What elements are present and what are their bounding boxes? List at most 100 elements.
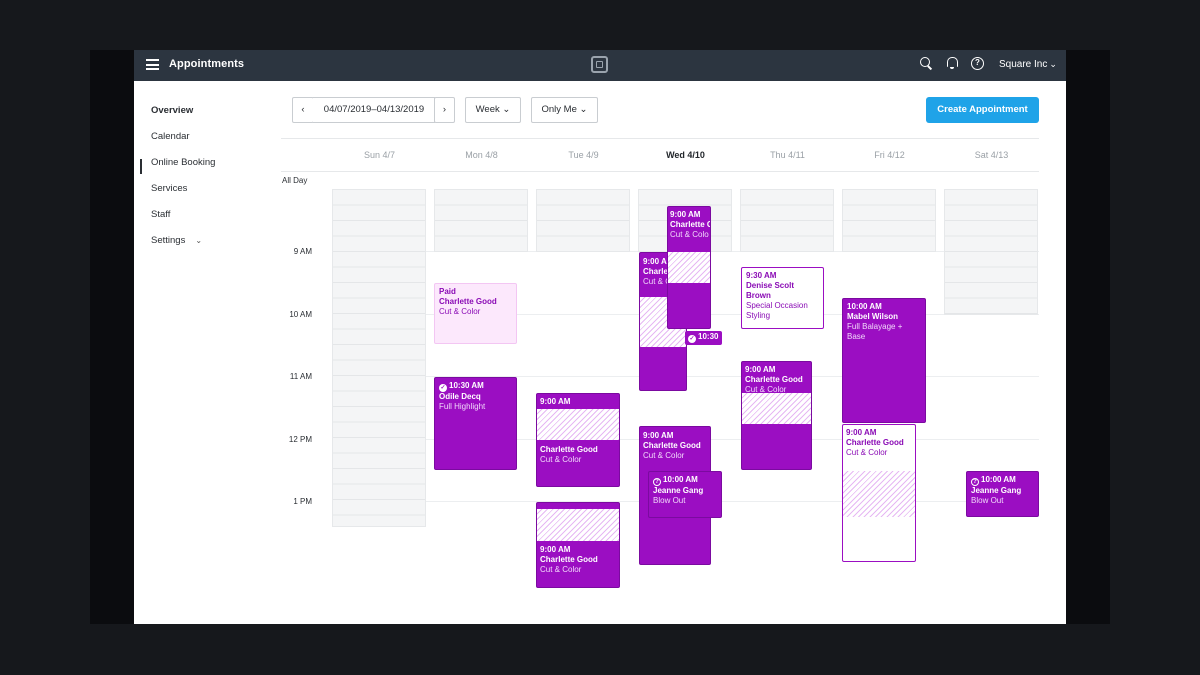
day-header-sat[interactable]: Sat 4/13 xyxy=(944,150,1039,160)
prev-week-button[interactable]: ‹ xyxy=(292,97,314,123)
hour-label: 12 PM xyxy=(288,435,312,444)
appointment-card[interactable]: 10:00 AM Mabel Wilson Full Balayage + Ba… xyxy=(842,298,926,423)
account-name: Square Inc xyxy=(999,59,1048,70)
sidebar-item-settings[interactable]: Settings ⌄ xyxy=(151,235,202,246)
appointment-time: 10:30 xyxy=(698,332,719,341)
appointment-service: Full Highlight xyxy=(439,402,486,411)
appointment-card[interactable]: ? 10:00 AM Jeanne Gang Blow Out xyxy=(966,471,1039,517)
sidebar-item-calendar[interactable]: Calendar xyxy=(151,131,190,142)
appointment-client: Charlette Good xyxy=(643,441,701,450)
search-icon[interactable] xyxy=(919,56,933,70)
hour-label: 1 PM xyxy=(293,497,312,506)
day-header-sun[interactable]: Sun 4/7 xyxy=(332,150,427,160)
appointment-service: Cut & Color xyxy=(439,307,481,316)
square-logo[interactable] xyxy=(591,56,608,73)
unavailable-block xyxy=(536,189,630,252)
day-header-thu[interactable]: Thu 4/11 xyxy=(740,150,835,160)
date-range-picker[interactable]: 04/07/2019–04/13/2019 xyxy=(313,97,435,123)
appointment-chip[interactable]: ✓ 10:30 xyxy=(685,331,722,345)
question-icon: ? xyxy=(971,478,979,486)
appointment-time: 9:00 AM xyxy=(846,428,877,437)
sidebar-item-staff[interactable]: Staff xyxy=(151,209,170,220)
create-appointment-button[interactable]: Create Appointment xyxy=(926,97,1039,123)
sidebar-item-online-booking[interactable]: Online Booking xyxy=(151,157,215,168)
chevron-down-icon: ⌄ xyxy=(1049,59,1057,69)
processing-time-hatch xyxy=(843,471,915,517)
view-select[interactable]: Week ⌄ xyxy=(465,97,521,123)
account-menu[interactable]: Square Inc ⌄ xyxy=(999,59,1057,70)
appointment-service: Blow Out xyxy=(653,496,686,505)
processing-time-hatch xyxy=(537,409,619,440)
bell-icon[interactable] xyxy=(945,56,959,70)
appointment-service: Cut & Color xyxy=(846,448,888,457)
appointment-client: Charlette Good xyxy=(439,297,497,306)
appointment-service: Cut & Colo xyxy=(670,230,709,239)
processing-time-hatch xyxy=(742,393,811,424)
appointment-client: Charlette Good xyxy=(745,375,803,384)
hour-label: 9 AM xyxy=(293,247,312,256)
appointment-time: 10:00 AM xyxy=(663,475,698,484)
appointment-card[interactable]: Paid Charlette Good Cut & Color xyxy=(434,283,517,344)
menu-icon[interactable] xyxy=(146,59,159,70)
appointment-service: Blow Out xyxy=(971,496,1004,505)
active-nav-indicator xyxy=(140,159,142,174)
chevron-down-icon: ⌄ xyxy=(579,104,588,115)
sidebar-item-label: Settings xyxy=(151,235,186,246)
appointment-client: Charlette Good xyxy=(540,555,598,564)
sidebar: Overview Calendar Online Booking Service… xyxy=(134,81,279,624)
appointment-client: Charlette Good xyxy=(846,438,904,447)
appointment-card[interactable]: 9:30 AM Denise Scolt Brown Special Occas… xyxy=(741,267,824,329)
appointment-time: 9:00 AM xyxy=(643,431,674,440)
day-header-mon[interactable]: Mon 4/8 xyxy=(434,150,529,160)
day-header-fri[interactable]: Fri 4/12 xyxy=(842,150,937,160)
app-title: Appointments xyxy=(169,58,245,70)
unavailable-block xyxy=(944,189,1038,315)
appointment-status: Paid xyxy=(439,287,456,296)
appointment-card[interactable]: 9:00 AM Charlette Good Cut & Color xyxy=(536,393,620,487)
appointment-time: 9:00 AM xyxy=(670,210,701,219)
appointment-client: Charlette Good xyxy=(540,445,598,454)
appointment-service: Cut & Color xyxy=(643,451,685,460)
staff-filter-label: Only Me xyxy=(541,104,577,115)
appointment-time: 10:30 AM xyxy=(449,381,484,390)
unavailable-block xyxy=(842,189,936,252)
staff-filter-select[interactable]: Only Me ⌄ xyxy=(531,97,598,123)
day-header-wed[interactable]: Wed 4/10 xyxy=(638,150,733,160)
checkmark-icon: ✓ xyxy=(688,335,696,343)
unavailable-block xyxy=(740,189,834,252)
appointment-client: Denise Scolt Brown xyxy=(746,281,795,300)
appointment-client: Jeanne Gang xyxy=(653,486,704,495)
appointment-card[interactable]: ? 10:00 AM Jeanne Gang Blow Out xyxy=(648,471,722,518)
day-header-tue[interactable]: Tue 4/9 xyxy=(536,150,631,160)
processing-time-hatch xyxy=(537,509,619,541)
sidebar-item-services[interactable]: Services xyxy=(151,183,187,194)
app-window: Appointments ? Square Inc ⌄ Overview Cale… xyxy=(134,50,1066,624)
appointment-card[interactable]: 9:00 AM Charlette Good Cut & Color xyxy=(741,361,812,470)
appointment-client: Charlette G xyxy=(670,220,711,229)
checkmark-icon: ✓ xyxy=(439,384,447,392)
appointment-service: Cut & Color xyxy=(540,565,582,574)
appointment-time: 10:00 AM xyxy=(981,475,1016,484)
appointment-card[interactable]: ✓ 10:30 AM Odile Decq Full Highlight xyxy=(434,377,517,470)
appointment-card[interactable]: 9:00 AM Charlette Good Cut & Color xyxy=(536,502,620,588)
appointment-service: Cut & Color xyxy=(540,455,582,464)
help-icon[interactable]: ? xyxy=(971,57,984,70)
appointment-client: Jeanne Gang xyxy=(971,486,1022,495)
appointment-card[interactable]: 9:00 AM Charlette Good Cut & Color xyxy=(842,424,916,562)
all-day-label: All Day xyxy=(282,176,308,185)
appointment-service: Special Occasion Styling xyxy=(746,301,808,320)
hour-label: 10 AM xyxy=(289,310,312,319)
top-bar: Appointments ? Square Inc ⌄ xyxy=(134,50,1066,81)
appointment-time: 9:00 AM xyxy=(540,545,571,554)
toolbar-divider xyxy=(281,138,1039,139)
all-day-divider xyxy=(281,171,1039,172)
appointment-service: Full Balayage + Base xyxy=(847,322,903,341)
chevron-down-icon: ⌄ xyxy=(502,104,511,115)
appointment-time: 10:00 AM xyxy=(847,302,882,311)
sidebar-item-overview[interactable]: Overview xyxy=(151,105,193,116)
unavailable-block xyxy=(332,189,426,527)
appointment-client: Odile Decq xyxy=(439,392,481,401)
unavailable-block xyxy=(434,189,528,252)
next-week-button[interactable]: › xyxy=(434,97,455,123)
appointment-card[interactable]: 9:00 AM Charlette G Cut & Colo xyxy=(667,206,711,329)
